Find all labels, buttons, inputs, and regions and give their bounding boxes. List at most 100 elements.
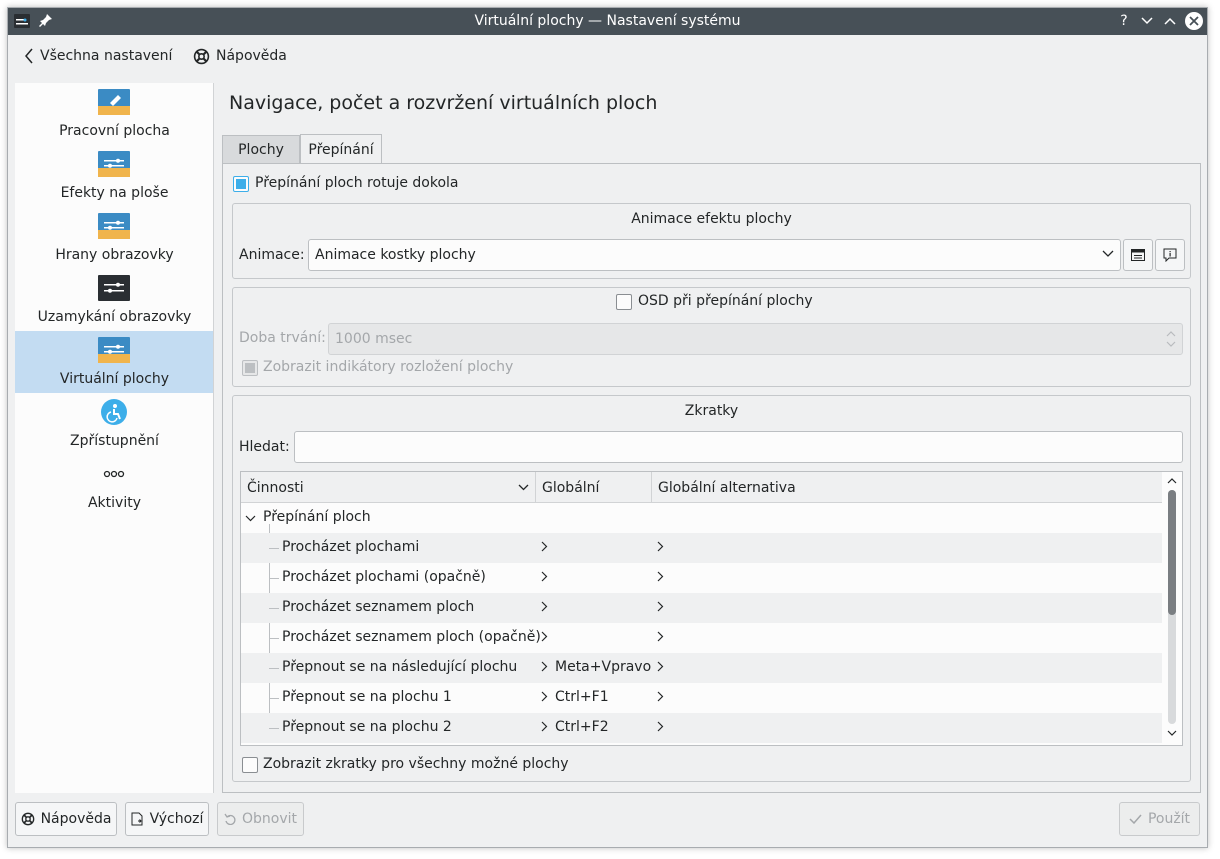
chevron-down-icon: [1102, 250, 1114, 257]
osd-group: OSD při přepínání plochy Doba trvání: 10…: [232, 287, 1191, 387]
sidebar-item-label: Pracovní plocha: [59, 123, 170, 139]
chevron-right-icon[interactable]: [657, 691, 664, 702]
sidebar-item-label: Efekty na ploše: [60, 185, 169, 201]
table-row[interactable]: Procházet plochami: [241, 533, 1162, 563]
tree-branch: [269, 728, 279, 729]
tree-scrollbar[interactable]: [1162, 472, 1182, 745]
sidebar-item-accessibility[interactable]: Zpřístupnění: [15, 393, 214, 455]
reset-button[interactable]: Obnovit: [217, 802, 304, 836]
show-all-shortcuts-label: Zobrazit zkratky pro všechny možné ploch…: [263, 756, 569, 772]
virtual-desktops-icon: [98, 337, 130, 363]
chevron-right-icon[interactable]: [657, 541, 664, 552]
footer-help-label: Nápověda: [40, 811, 112, 827]
desktop-effects-icon: [98, 151, 130, 177]
wrap-around-label: Přepínání ploch rotuje dokola: [255, 175, 459, 191]
column-label: Globální alternativa: [658, 479, 796, 496]
lifebuoy-icon: [193, 48, 210, 64]
global-shortcut-cell: Meta+Vpravo: [555, 659, 652, 675]
sidebar-divider: [213, 83, 214, 793]
shortcuts-tree: Činnosti Globální Globální alternativa P…: [240, 471, 1183, 746]
table-row[interactable]: Přepnout se na následující plochu Meta+V…: [241, 653, 1162, 683]
question-icon: ?: [1120, 13, 1128, 29]
chevron-right-icon[interactable]: [657, 601, 664, 612]
activities-icon: [103, 470, 125, 478]
sidebar-item-activities[interactable]: Aktivity: [15, 455, 214, 517]
show-all-shortcuts-checkbox[interactable]: [242, 757, 258, 773]
table-row[interactable]: Procházet plochami (opačně): [241, 563, 1162, 593]
scroll-down-icon[interactable]: [1167, 730, 1177, 737]
info-icon: [1163, 248, 1177, 262]
sidebar-item-desktop-effects[interactable]: Efekty na ploše: [15, 145, 214, 207]
chevron-right-icon[interactable]: [657, 631, 664, 642]
sidebar-item-screen-edges[interactable]: Hrany obrazovky: [15, 207, 214, 269]
animation-group-title: Animace efektu plochy: [631, 211, 792, 227]
wrap-around-checkbox[interactable]: [233, 176, 249, 192]
animation-select[interactable]: Animace kostky plochy: [308, 239, 1121, 271]
chevron-right-icon[interactable]: [541, 601, 548, 612]
defaults-button[interactable]: Výchozí: [125, 802, 209, 836]
animation-group: Animace efektu plochy Animace: Animace k…: [232, 203, 1191, 279]
sidebar-item-label: Virtuální plochy: [59, 371, 170, 387]
help-label: Nápověda: [216, 48, 287, 64]
chevron-right-icon[interactable]: [657, 721, 664, 732]
table-row[interactable]: Přepnout se na plochu 1 Ctrl+F1: [241, 683, 1162, 713]
action-cell: Přepnout se na následující plochu: [282, 659, 518, 675]
chevron-right-icon[interactable]: [541, 541, 548, 552]
chevron-right-icon[interactable]: [541, 721, 548, 732]
screen-lock-icon: [98, 275, 130, 301]
search-label: Hledat:: [239, 439, 290, 455]
table-row[interactable]: Procházet seznamem ploch: [241, 593, 1162, 623]
animation-configure-button[interactable]: [1123, 239, 1153, 271]
sidebar-item-desktop[interactable]: Pracovní plocha: [15, 83, 214, 145]
chevron-right-icon[interactable]: [657, 571, 664, 582]
help-titlebar-button[interactable]: ?: [1115, 12, 1133, 30]
sidebar-item-virtual-desktops[interactable]: Virtuální plochy: [15, 331, 214, 393]
scrollbar-thumb[interactable]: [1168, 490, 1176, 615]
tree-parent-label: Přepínání ploch: [263, 509, 371, 525]
sidebar-item-label: Zpřístupnění: [70, 433, 159, 449]
animation-info-button[interactable]: [1155, 239, 1185, 271]
sort-chevron-icon: [518, 484, 529, 491]
duration-spinbox[interactable]: 1000 msec: [328, 323, 1183, 355]
chevron-up-icon: [1164, 17, 1176, 25]
action-cell: Přepnout se na plochu 1: [282, 689, 452, 705]
scroll-up-icon[interactable]: [1167, 477, 1177, 484]
column-header-global-alt[interactable]: Globální alternativa: [652, 472, 1162, 503]
tab-desktops[interactable]: Plochy: [222, 135, 300, 164]
close-button[interactable]: [1185, 12, 1203, 30]
apply-button[interactable]: Použít: [1119, 802, 1200, 836]
maximize-button[interactable]: [1161, 12, 1179, 30]
column-header-actions[interactable]: Činnosti: [241, 472, 536, 503]
tab-switching[interactable]: Přepínání: [300, 134, 382, 165]
window-title: Virtuální plochy — Nastavení systému: [474, 13, 741, 29]
tree-header: Činnosti Globální Globální alternativa: [241, 472, 1162, 503]
help-button[interactable]: Nápověda: [193, 45, 287, 67]
chevron-right-icon[interactable]: [541, 661, 548, 672]
action-cell: Procházet seznamem ploch (opačně): [282, 629, 541, 645]
table-row[interactable]: Procházet seznamem ploch (opačně): [241, 623, 1162, 653]
accessibility-icon: [101, 399, 127, 425]
sidebar: Pracovní plocha Efekty na ploše Hrany ob…: [15, 83, 214, 793]
expand-chevron-icon[interactable]: [245, 515, 256, 522]
osd-checkbox[interactable]: [616, 294, 632, 310]
column-header-global[interactable]: Globální: [536, 472, 652, 503]
title-bar[interactable]: Virtuální plochy — Nastavení systému ?: [8, 8, 1207, 35]
table-row[interactable]: Přepnout se na plochu 2 Ctrl+F2: [241, 713, 1162, 743]
chevron-right-icon[interactable]: [541, 691, 548, 702]
back-button[interactable]: Všechna nastavení: [24, 45, 172, 67]
duration-value: 1000 msec: [335, 331, 413, 347]
footer-help-button[interactable]: Nápověda: [15, 802, 117, 836]
layout-indicators-checkbox[interactable]: [242, 360, 258, 376]
chevron-left-icon: [25, 48, 33, 64]
search-input[interactable]: [294, 431, 1183, 463]
chevron-right-icon[interactable]: [541, 631, 548, 642]
chevron-right-icon[interactable]: [657, 661, 664, 672]
sidebar-item-screen-lock[interactable]: Uzamykání obrazovky: [15, 269, 214, 331]
minimize-button[interactable]: [1138, 12, 1156, 30]
sidebar-item-label: Hrany obrazovky: [55, 247, 174, 263]
tree-parent-row[interactable]: Přepínání ploch: [241, 503, 1162, 533]
back-label: Všechna nastavení: [40, 48, 173, 64]
action-cell: Přepnout se na plochu 2: [282, 719, 452, 735]
chevron-right-icon[interactable]: [541, 571, 548, 582]
sidebar-item-label: Aktivity: [87, 495, 141, 511]
